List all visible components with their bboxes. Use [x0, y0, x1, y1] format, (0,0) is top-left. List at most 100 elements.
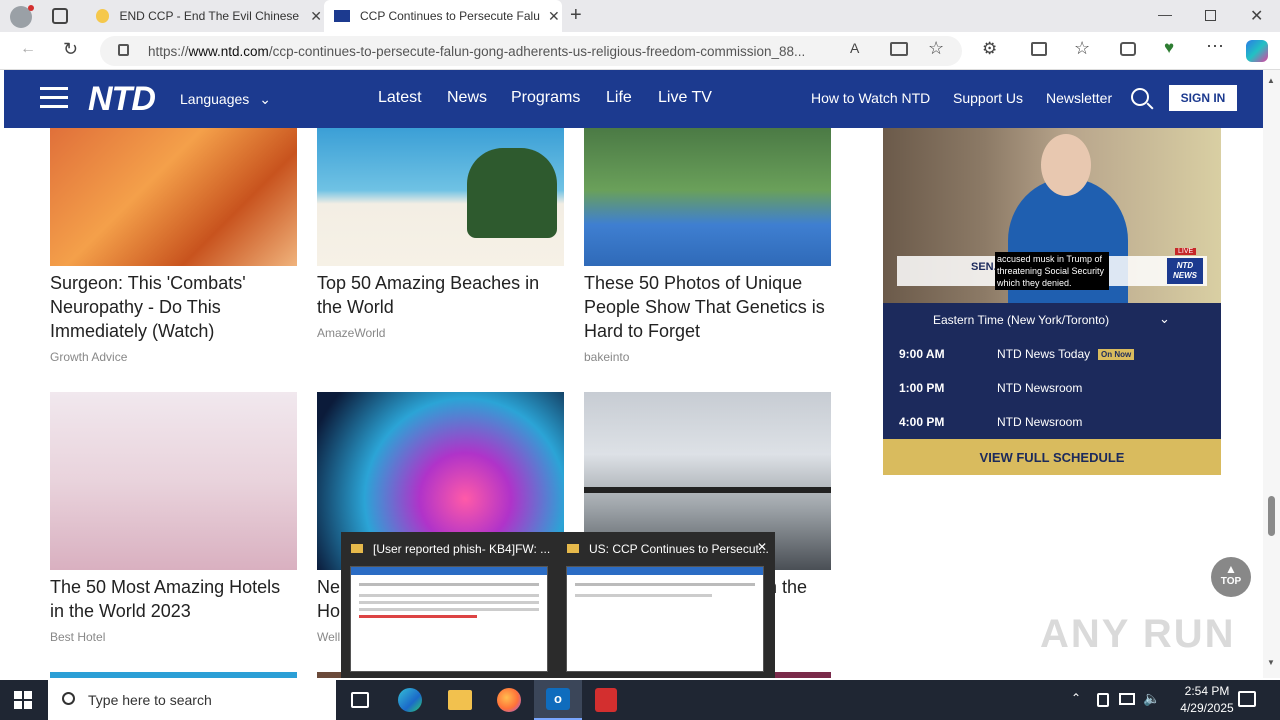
network-icon[interactable] [1119, 693, 1135, 705]
mail-icon [351, 544, 363, 553]
notifications-icon[interactable] [1238, 691, 1256, 707]
site-header: NTD Languages ⌄ Latest News Programs Lif… [4, 70, 1263, 128]
task-view-icon[interactable] [351, 692, 369, 708]
firefox-icon[interactable] [497, 688, 521, 712]
card-title[interactable]: These 50 Photos of Unique People Show Th… [584, 271, 844, 343]
schedule-show[interactable]: NTD News Today [997, 347, 1090, 361]
card-title[interactable]: The 50 Most Amazing Hotels in the World … [50, 575, 297, 623]
acrobat-icon[interactable] [595, 688, 617, 712]
schedule-time: 1:00 PM [899, 381, 945, 395]
card-image-cut[interactable] [50, 672, 297, 678]
chevron-down-icon[interactable]: ⌄ [1159, 311, 1170, 327]
card-image-leaves[interactable] [50, 128, 297, 266]
chevron-down-icon: ⌄ [259, 91, 271, 107]
nav-link-support[interactable]: Support Us [953, 90, 1023, 106]
card-image-beach[interactable] [317, 128, 564, 266]
collections-icon[interactable] [1120, 42, 1136, 56]
nav-link-livetv[interactable]: Live TV [658, 89, 712, 107]
restore-icon[interactable] [1205, 10, 1216, 21]
schedule-time: 9:00 AM [899, 347, 945, 361]
address-bar-row: ← ↻ https://www.ntd.com/ccp-continues-to… [0, 32, 1280, 70]
nav-link-life[interactable]: Life [606, 89, 632, 107]
top-label: TOP [1220, 576, 1242, 587]
preview-thumbnail[interactable] [566, 566, 764, 672]
card-source: Well [317, 630, 341, 644]
nav-link-latest[interactable]: Latest [378, 89, 422, 107]
scroll-up-arrow-icon[interactable]: ▲ [1267, 76, 1275, 85]
timezone-select[interactable]: Eastern Time (New York/Toronto) [933, 313, 1109, 327]
file-explorer-icon[interactable] [448, 690, 472, 710]
signin-button[interactable]: SIGN IN [1169, 85, 1237, 111]
view-full-schedule-button[interactable]: VIEW FULL SCHEDULE [883, 439, 1221, 475]
page-scrollbar[interactable]: ▲ ▼ [1263, 70, 1280, 678]
preview-title[interactable]: [User reported phish- KB4]FW: ... [373, 542, 550, 556]
url-prefix: https:// [148, 43, 189, 59]
live-video-player[interactable]: SEN. accused musk in Trump of threatenin… [883, 128, 1221, 303]
notification-dot [28, 5, 34, 11]
refresh-icon[interactable]: ↻ [63, 39, 78, 60]
scroll-thumb[interactable] [1268, 496, 1275, 536]
close-tab-icon[interactable]: ✕ [310, 8, 322, 25]
clock-time[interactable]: 2:54 PM [1174, 684, 1240, 698]
languages-dropdown[interactable]: Languages ⌄ [180, 91, 271, 108]
taskbar-search-box[interactable]: Type here to search [48, 680, 336, 720]
card-source: Growth Advice [50, 350, 128, 364]
chevron-up-icon: ▲ [1225, 562, 1237, 576]
taskbar-preview-popup: [User reported phish- KB4]FW: ... US: CC… [341, 532, 775, 678]
nav-link-programs[interactable]: Programs [511, 89, 580, 107]
nav-link-how-to-watch[interactable]: How to Watch NTD [811, 90, 930, 106]
minimize-icon[interactable]: — [1158, 6, 1172, 22]
search-icon [62, 692, 75, 705]
split-screen-icon[interactable] [1031, 42, 1047, 56]
tab-title: END CCP - End The Evil Chinese [119, 9, 300, 23]
url-field[interactable]: https://www.ntd.com/ccp-continues-to-per… [100, 36, 962, 66]
card-image-party[interactable] [50, 392, 297, 570]
live-badge: LIVE [1175, 248, 1197, 255]
favorite-star-icon[interactable]: ☆ [928, 38, 944, 59]
immersive-reader-icon[interactable] [890, 42, 908, 56]
extensions-icon[interactable]: ⚙ [982, 39, 997, 59]
preview-thumbnail[interactable] [350, 566, 548, 672]
schedule-show[interactable]: NTD Newsroom [997, 381, 1082, 395]
favorites-icon[interactable]: ☆ [1074, 38, 1090, 59]
back-icon[interactable]: ← [20, 40, 36, 58]
nav-link-newsletter[interactable]: Newsletter [1046, 90, 1112, 106]
tray-chevron-up-icon[interactable]: ⌃ [1071, 691, 1081, 705]
windows-start-icon[interactable] [14, 691, 32, 709]
anyrun-watermark: ANY RUN [1040, 612, 1236, 656]
browser-essentials-icon[interactable]: ♥ [1164, 38, 1174, 58]
card-title[interactable]: Surgeon: This 'Combats' Neuropathy - Do … [50, 271, 297, 343]
preview-title[interactable]: US: CCP Continues to Persecut... [589, 542, 769, 556]
tab-ntd[interactable]: CCP Continues to Persecute Falu ✕ [324, 0, 562, 32]
more-menu-icon[interactable]: ⋯ [1206, 36, 1224, 57]
timezone-label: Eastern Time (New York/Toronto) [933, 313, 1110, 327]
back-to-top-button[interactable]: ▲ TOP [1211, 557, 1251, 597]
edge-icon[interactable] [398, 688, 422, 712]
search-icon-handle [1146, 102, 1154, 110]
tray-device-icon[interactable] [1097, 693, 1109, 707]
card-title[interactable]: Top 50 Amazing Beaches in the World [317, 271, 564, 319]
outlook-icon: o [546, 688, 570, 710]
lock-icon [118, 44, 129, 56]
close-window-icon[interactable]: ✕ [1250, 6, 1263, 26]
volume-icon[interactable]: 🔈 [1143, 690, 1160, 707]
tab-actions-icon[interactable] [52, 8, 68, 24]
card-image-runners[interactable] [584, 128, 831, 266]
schedule-show[interactable]: NTD Newsroom [997, 415, 1082, 429]
schedule-time: 4:00 PM [899, 415, 945, 429]
copilot-icon[interactable] [1246, 40, 1268, 62]
scroll-down-arrow-icon[interactable]: ▼ [1267, 658, 1275, 667]
clock-date[interactable]: 4/29/2025 [1168, 701, 1246, 715]
browser-tab-bar: END CCP - End The Evil Chinese ✕ CCP Con… [0, 0, 1280, 32]
nav-link-news[interactable]: News [447, 89, 487, 107]
outlook-taskbar-button[interactable]: o [534, 680, 582, 720]
tab-endccp[interactable]: END CCP - End The Evil Chinese ✕ [86, 0, 322, 32]
mail-icon [567, 544, 579, 553]
new-tab-icon[interactable]: + [570, 4, 582, 27]
close-preview-icon[interactable]: ✕ [757, 540, 767, 554]
hamburger-menu-icon[interactable] [40, 87, 68, 109]
read-aloud-icon[interactable]: A [850, 40, 859, 56]
close-tab-icon[interactable]: ✕ [548, 8, 560, 25]
on-now-badge: On Now [1098, 349, 1135, 360]
ntd-logo[interactable]: NTD [88, 80, 156, 119]
